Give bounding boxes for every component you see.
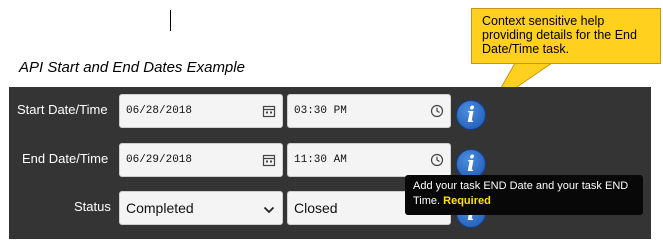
end-datetime-label: End Date/Time (22, 151, 109, 166)
start-datetime-info-icon[interactable]: i (456, 100, 486, 130)
help-tooltip: Add your task END Date and your task END… (405, 175, 643, 215)
end-date-input[interactable]: 06/29/2018 (119, 143, 283, 177)
help-callout: Context sensitive help providing details… (471, 8, 661, 64)
start-datetime-label: Start Date/Time (17, 102, 108, 117)
start-date-input[interactable]: 06/28/2018 (119, 94, 283, 128)
chevron-down-icon[interactable] (262, 203, 276, 217)
start-date-value: 06/28/2018 (126, 105, 193, 117)
date-form-panel: Start Date/Time 06/28/2018 03:30 PM i En… (9, 87, 651, 239)
start-time-value: 03:30 PM (294, 105, 347, 117)
start-time-input[interactable]: 03:30 PM (287, 94, 451, 128)
calendar-icon[interactable] (262, 153, 276, 167)
status-select-value: Completed (126, 200, 194, 216)
status-label: Status (74, 199, 111, 214)
help-callout-text: Context sensitive help providing details… (482, 14, 637, 56)
status-select[interactable]: Completed (119, 191, 283, 225)
clock-icon[interactable] (430, 153, 444, 167)
status-secondary-value: Closed (294, 200, 338, 216)
calendar-icon[interactable] (262, 104, 276, 118)
end-time-value: 11:30 AM (294, 154, 347, 166)
end-time-input[interactable]: 11:30 AM (287, 143, 451, 177)
tooltip-required-label: Required (443, 195, 491, 207)
end-date-value: 06/29/2018 (126, 154, 193, 166)
clock-icon[interactable] (430, 104, 444, 118)
